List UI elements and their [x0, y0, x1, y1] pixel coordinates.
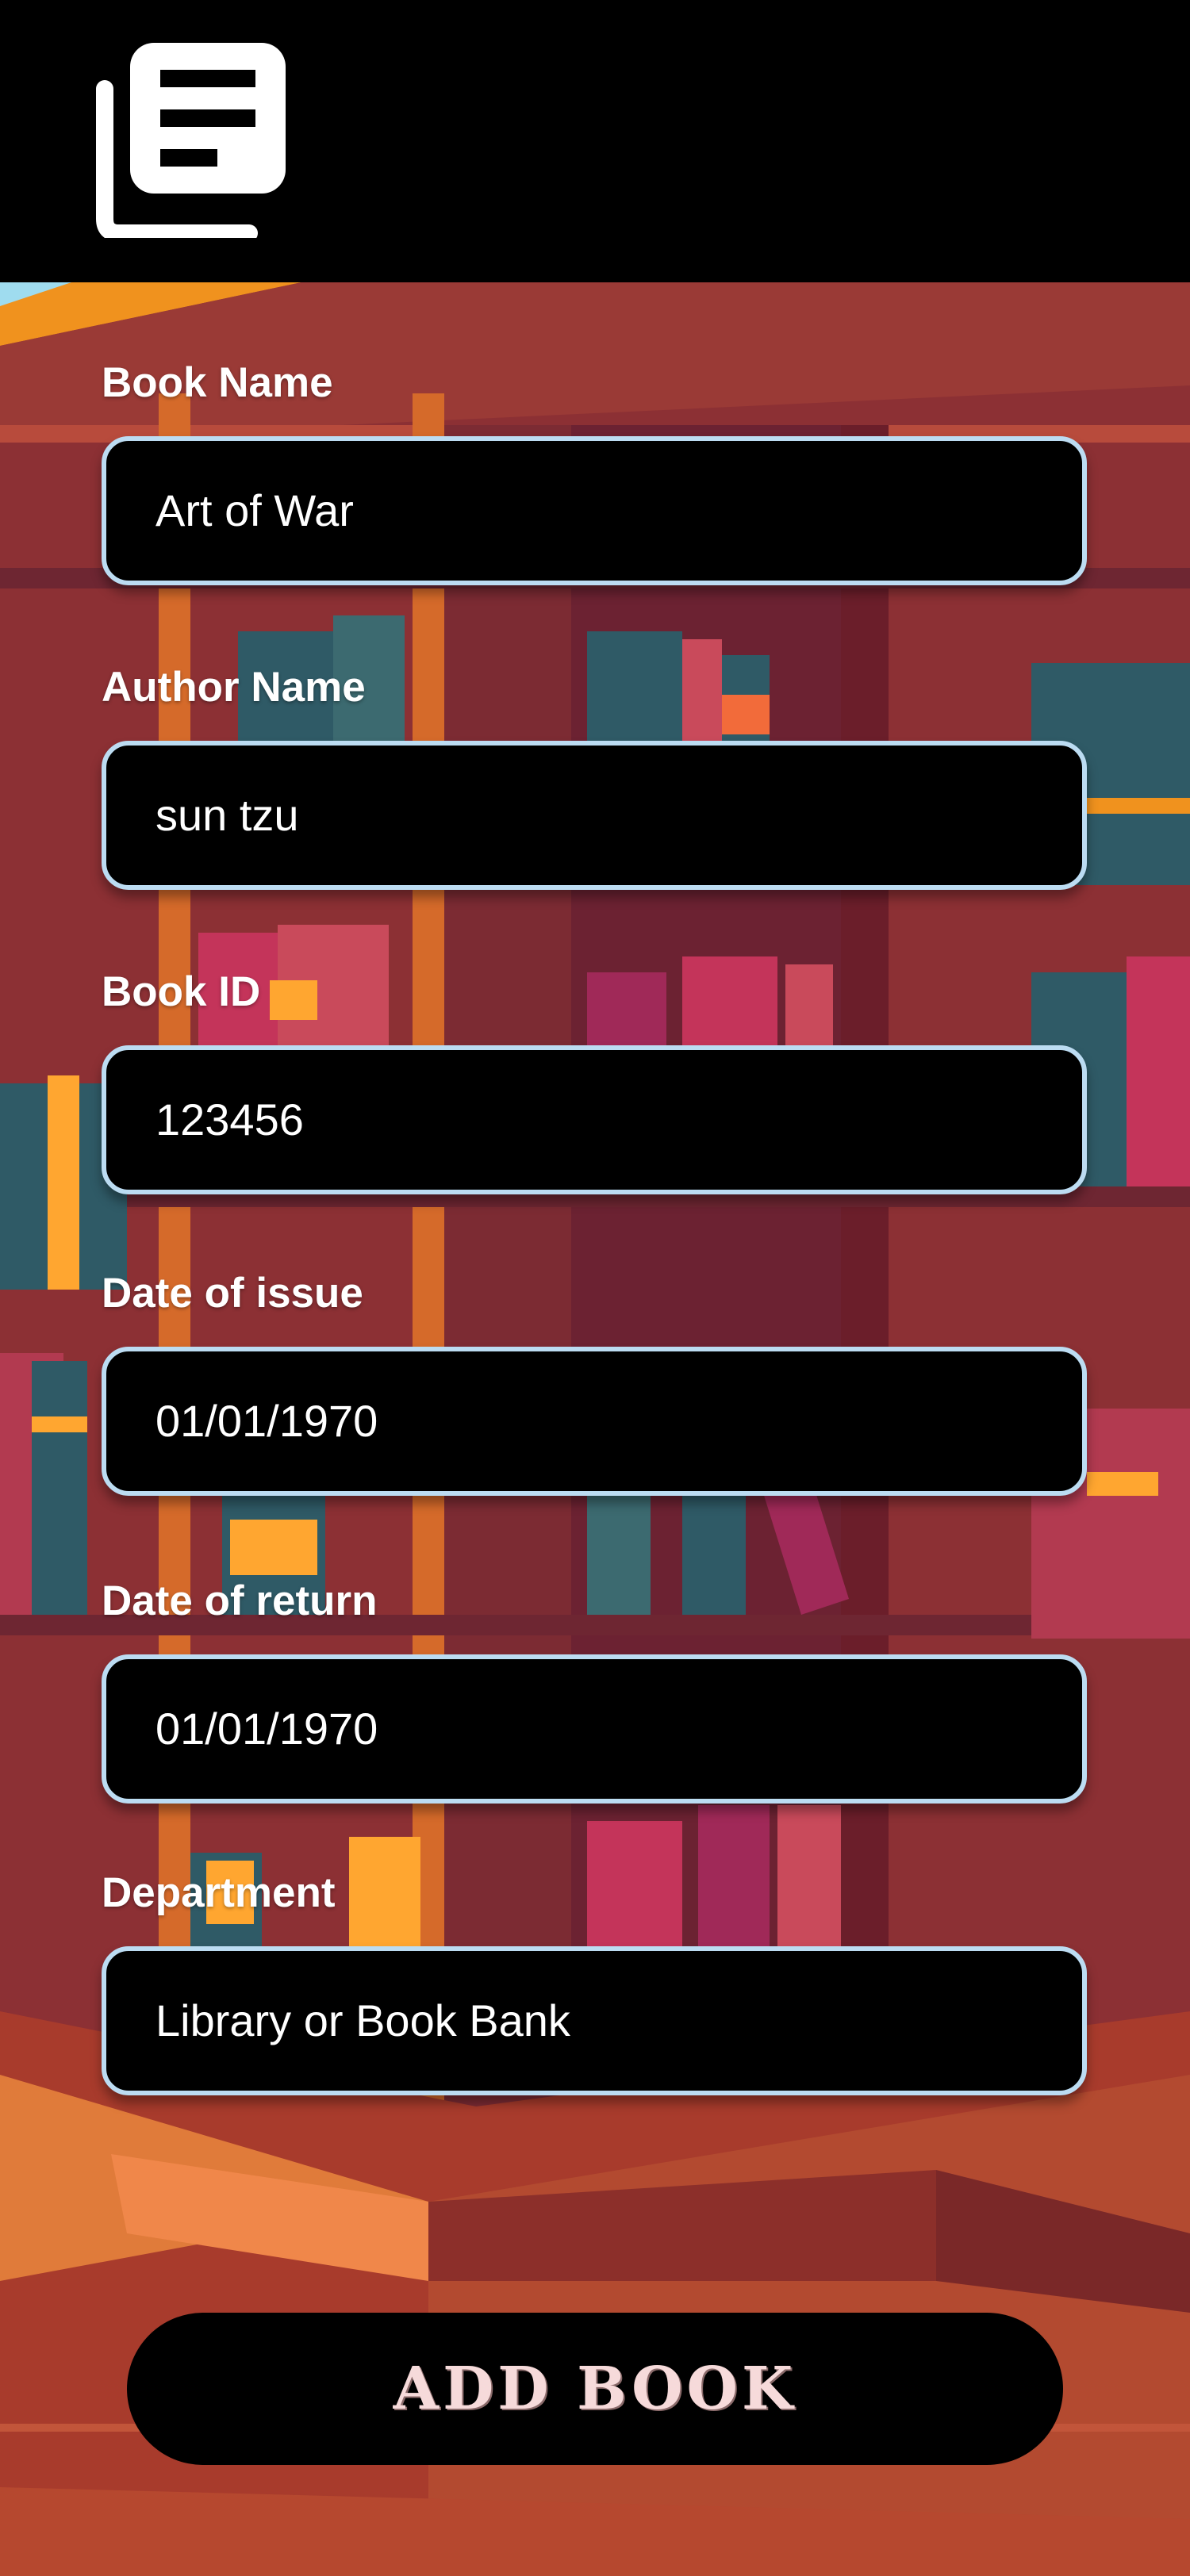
department-value: Library or Book Bank	[155, 1995, 570, 2045]
book-list-icon[interactable]	[94, 43, 289, 238]
author-name-label: Author Name	[102, 664, 366, 711]
add-book-form: Book Name Art of War Author Name sun tzu…	[0, 282, 1190, 2576]
date-of-issue-value: 01/01/1970	[155, 1396, 378, 1446]
date-of-return-value: 01/01/1970	[155, 1704, 378, 1754]
date-of-return-field[interactable]: 01/01/1970	[102, 1654, 1087, 1804]
book-name-field[interactable]: Art of War	[102, 436, 1087, 585]
author-name-value: sun tzu	[155, 790, 299, 840]
book-name-value: Art of War	[155, 485, 354, 535]
app-header	[0, 0, 1190, 282]
book-id-value: 123456	[155, 1094, 304, 1144]
add-book-button[interactable]: ADD BOOK	[127, 2313, 1063, 2465]
department-field[interactable]: Library or Book Bank	[102, 1946, 1087, 2095]
department-label: Department	[102, 1869, 336, 1916]
book-name-label: Book Name	[102, 359, 333, 406]
add-book-button-label: ADD BOOK	[393, 2355, 797, 2423]
book-id-label: Book ID	[102, 968, 261, 1015]
date-of-issue-field[interactable]: 01/01/1970	[102, 1347, 1087, 1496]
author-name-field[interactable]: sun tzu	[102, 741, 1087, 890]
date-of-issue-label: Date of issue	[102, 1270, 363, 1317]
book-id-field[interactable]: 123456	[102, 1045, 1087, 1194]
date-of-return-label: Date of return	[102, 1577, 378, 1624]
